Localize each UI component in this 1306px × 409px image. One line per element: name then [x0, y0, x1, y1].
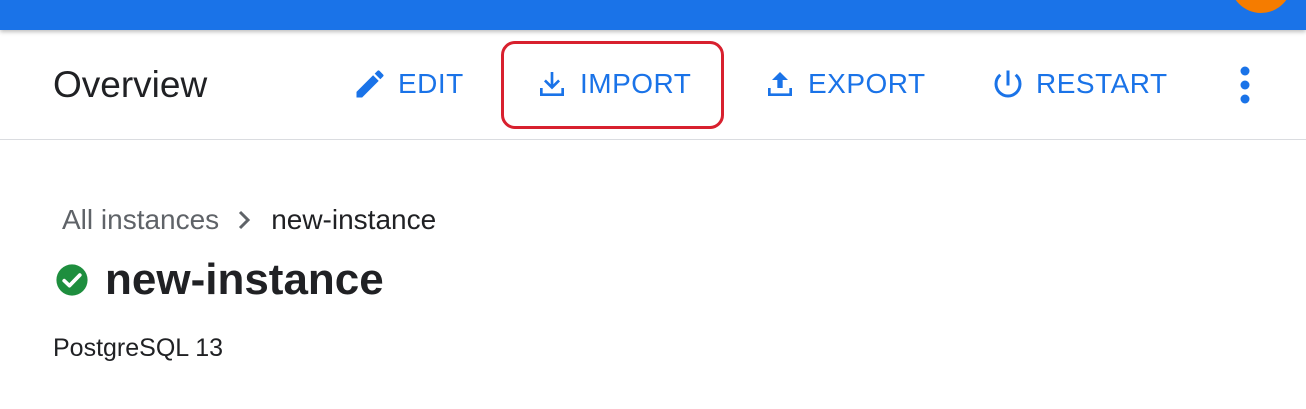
import-highlight-box	[501, 41, 724, 129]
more-actions-button[interactable]	[1226, 64, 1264, 106]
page-title: Overview	[53, 64, 208, 105]
instance-name: new-instance	[105, 255, 384, 304]
edit-button-label: EDIT	[398, 68, 464, 99]
top-app-bar	[0, 0, 1306, 30]
more-vert-icon	[1240, 66, 1250, 104]
breadcrumb-all-instances[interactable]: All instances	[62, 204, 219, 236]
instance-heading: new-instance	[55, 255, 384, 305]
pencil-icon	[356, 70, 384, 98]
breadcrumb-current: new-instance	[271, 204, 437, 235]
upload-icon	[768, 72, 792, 96]
breadcrumb: All instances new-instance	[62, 204, 436, 236]
power-icon	[994, 70, 1022, 98]
database-version: PostgreSQL 13	[53, 334, 224, 362]
export-button-label: EXPORT	[808, 68, 926, 99]
restart-button-label: RESTART	[1036, 68, 1168, 99]
export-button[interactable]: EXPORT	[764, 64, 926, 104]
check-circle-icon	[56, 264, 88, 296]
edit-button[interactable]: EDIT	[352, 64, 464, 104]
chevron-right-icon	[237, 210, 251, 230]
restart-button[interactable]: RESTART	[990, 64, 1168, 104]
